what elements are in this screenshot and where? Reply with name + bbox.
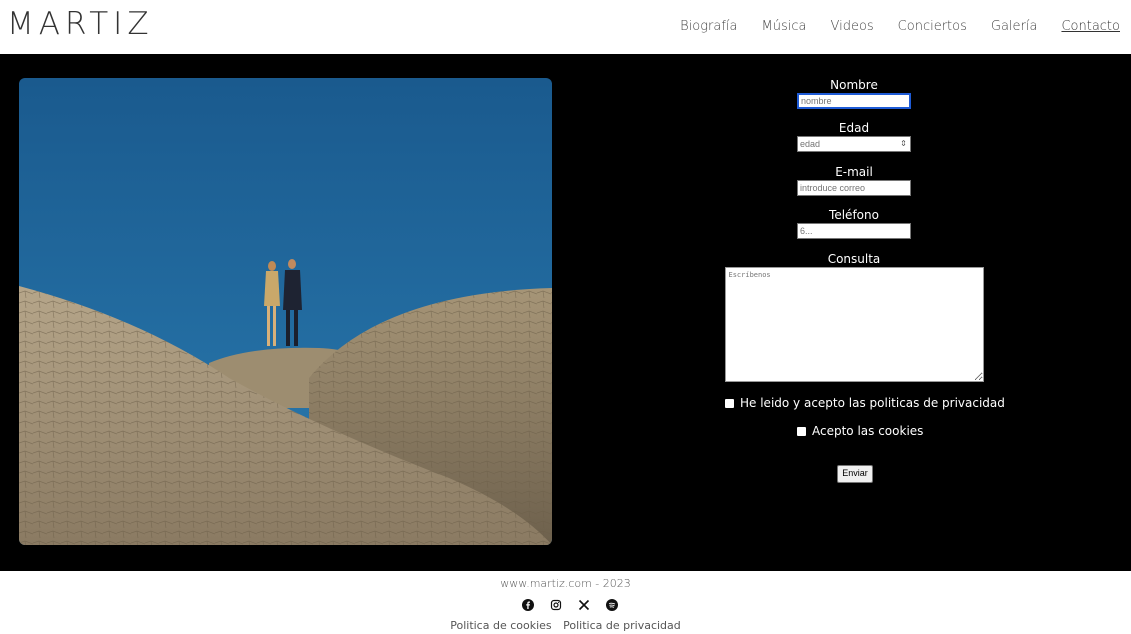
email-field-group: E-mail [700, 165, 1008, 196]
band-photo [19, 78, 552, 545]
email-input[interactable] [797, 180, 911, 196]
main-nav: Biografía Música Videos Conciertos Galer… [656, 19, 1120, 34]
spotify-icon[interactable] [606, 599, 618, 611]
submit-button[interactable]: Enviar [837, 465, 873, 483]
query-label: Consulta [827, 252, 881, 266]
name-input[interactable] [797, 93, 911, 109]
nav-contacto[interactable]: Contacto [1061, 19, 1120, 34]
nav-conciertos[interactable]: Conciertos [898, 19, 967, 34]
query-field-group: Consulta [700, 252, 1008, 382]
privacy-checkbox[interactable] [725, 398, 734, 408]
cookies-checkbox[interactable] [797, 426, 806, 436]
privacy-checkbox-row[interactable]: He leido y acepto las politicas de priva… [725, 396, 1005, 410]
privacy-policy-link[interactable]: Politica de privacidad [563, 619, 681, 632]
query-textarea[interactable] [724, 267, 984, 382]
legal-links: Politica de cookies Politica de privacid… [0, 619, 1131, 632]
band-photo-illustration [19, 78, 552, 545]
site-footer: www.martiz.com - 2023 Politica de cookie… [0, 571, 1131, 634]
site-logo[interactable]: MARTIZ [7, 6, 154, 42]
privacy-label: He leido y acepto las politicas de priva… [740, 396, 1005, 410]
contact-section: Nombre Edad ⇕ E-mail Teléfono Consulta H… [0, 54, 1131, 571]
age-input[interactable] [797, 136, 911, 152]
age-stepper: ⇕ [797, 136, 911, 152]
social-links [522, 599, 634, 611]
cookies-checkbox-row[interactable]: Acepto las cookies [797, 424, 923, 438]
nav-videos[interactable]: Videos [830, 19, 873, 34]
copyright-text: www.martiz.com - 2023 [500, 577, 631, 590]
phone-label: Teléfono [829, 208, 879, 222]
cookies-label: Acepto las cookies [812, 424, 924, 438]
facebook-icon[interactable] [522, 599, 534, 611]
age-label: Edad [838, 121, 870, 135]
nav-musica[interactable]: Música [762, 19, 807, 34]
email-label: E-mail [835, 165, 873, 179]
nav-biografia[interactable]: Biografía [680, 19, 737, 34]
nav-galeria[interactable]: Galería [991, 19, 1038, 34]
spinner-arrows-icon[interactable]: ⇕ [899, 138, 908, 149]
phone-field-group: Teléfono [700, 208, 1008, 239]
instagram-icon[interactable] [550, 599, 562, 611]
x-icon[interactable] [578, 599, 590, 611]
name-field-group: Nombre [700, 78, 1008, 109]
name-label: Nombre [830, 78, 878, 92]
site-header: MARTIZ Biografía Música Videos Concierto… [0, 0, 1131, 54]
cookies-policy-link[interactable]: Politica de cookies [450, 619, 551, 632]
age-field-group: Edad ⇕ [700, 121, 1008, 152]
phone-input[interactable] [797, 223, 911, 239]
